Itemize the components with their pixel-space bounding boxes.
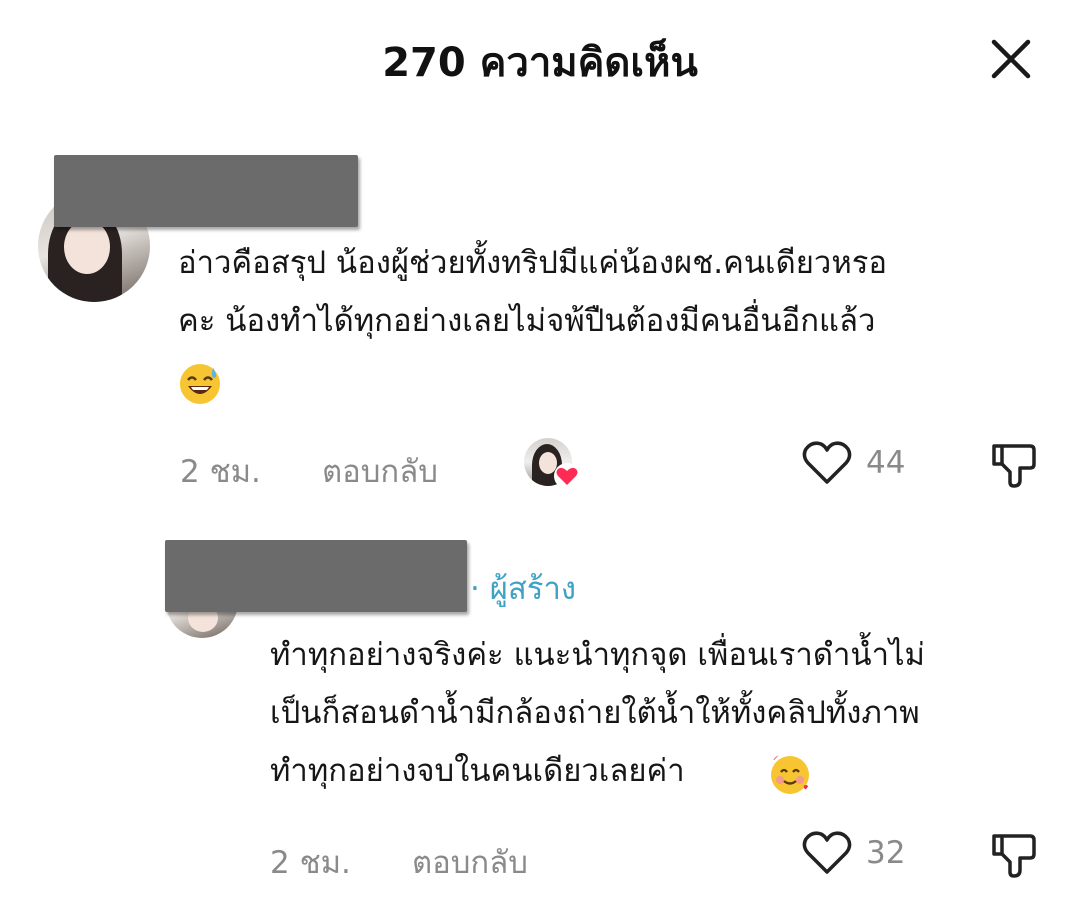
heart-icon (554, 463, 580, 489)
reply-text-line: เป็นก็สอนดำน้ำมีกล้องถ่ายใต้น้ำให้ทั้งคล… (270, 695, 920, 731)
like-count: 32 (866, 835, 906, 871)
like-button[interactable]: 32 (802, 830, 905, 876)
creator-badge: · ผู้สร้าง (470, 571, 576, 607)
close-icon[interactable] (988, 36, 1034, 82)
comment-time: 2 ชม. (180, 454, 261, 490)
heart-outline-icon (802, 441, 852, 484)
comment-text-line: คะ น้องทำได้ทุกอย่างเลยไม่จพ้ปืนต้องมีคน… (178, 303, 876, 339)
reply-text-line: ทำทุกอย่างจริงค่ะ แนะนำทุกจุด เพื่อนเราด… (270, 637, 925, 673)
grinning-sweat-emoji (180, 364, 220, 404)
smiling-hearts-emoji (769, 753, 812, 794)
reply-button[interactable]: ตอบกลับ (322, 446, 438, 496)
comments-title: 270 ความคิดเห็น (382, 40, 698, 86)
reply-time: 2 ชม. (270, 845, 351, 881)
username-redacted (54, 155, 358, 227)
dislike-icon[interactable] (988, 440, 1038, 490)
reply-text-line: ทำทุกอย่างจบในคนเดียวเลยค่า (270, 753, 685, 789)
reply-button[interactable]: ตอบกลับ (412, 837, 528, 887)
comment-text: อ่าวคือสรุป น้องผู้ช่วยทั้งทริปมีแค่น้อง… (178, 234, 887, 350)
dislike-icon[interactable] (988, 830, 1038, 880)
comment-text-line: อ่าวคือสรุป น้องผู้ช่วยทั้งทริปมีแค่น้อง… (178, 245, 888, 281)
like-count: 44 (866, 445, 906, 481)
heart-outline-icon (802, 831, 852, 874)
reply-text: ทำทุกอย่างจริงค่ะ แนะนำทุกจุด เพื่อนเราด… (270, 626, 925, 800)
like-button[interactable]: 44 (802, 440, 905, 486)
username-redacted (165, 540, 467, 612)
